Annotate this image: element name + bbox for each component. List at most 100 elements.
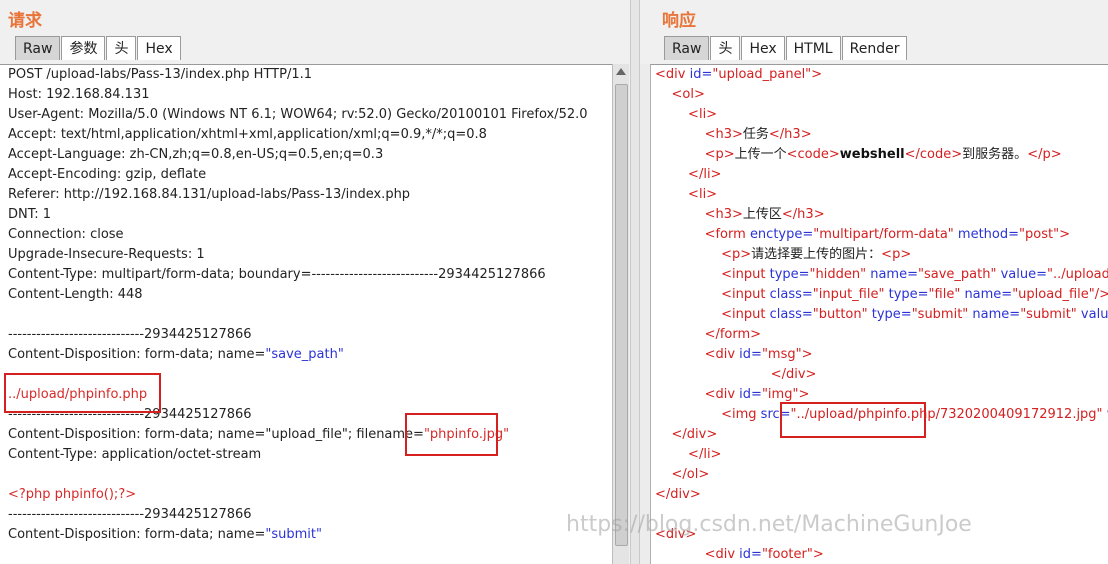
response-token: <input: [655, 267, 770, 282]
response-token: <input: [655, 287, 770, 302]
request-token: -----------------------------29344251278…: [8, 327, 252, 342]
response-token: "msg": [761, 347, 802, 362]
request-line: Referer: http://192.168.84.131/upload-la…: [0, 185, 612, 205]
response-line: <li>: [651, 105, 1108, 125]
request-scrollbar[interactable]: [612, 64, 629, 564]
response-token: id=: [739, 387, 762, 402]
request-token: -----------------------------29344251278…: [8, 507, 252, 522]
response-token: >: [798, 387, 810, 402]
request-scroll-thumb[interactable]: [615, 84, 628, 546]
response-token: "upload_file": [1012, 287, 1095, 302]
response-token: name=: [964, 287, 1013, 302]
response-token: "post": [1019, 227, 1060, 242]
upload-path-highlight-box: [780, 402, 926, 438]
request-tab-raw[interactable]: Raw: [15, 36, 61, 60]
request-line: Accept: text/html,application/xhtml+xml,…: [0, 125, 612, 145]
response-token: </li>: [655, 447, 722, 462]
request-token: <?php phpinfo();?>: [8, 487, 137, 502]
request-line: POST /upload-labs/Pass-13/index.php HTTP…: [0, 65, 612, 85]
request-token: User-Agent: Mozilla/5.0 (Windows NT 6.1;…: [8, 107, 588, 122]
response-token: <input: [655, 307, 770, 322]
response-line: <p>上传一个<code>webshell</code>到服务器。</p>: [651, 145, 1108, 165]
response-line: <p>请选择要上传的图片：<p>: [651, 245, 1108, 265]
response-token: <li>: [655, 187, 718, 202]
response-tab-raw[interactable]: Raw: [664, 36, 710, 60]
response-tab-render[interactable]: Render: [841, 36, 908, 60]
request-token: Content-Length: 448: [8, 287, 143, 302]
response-token: "input_file": [812, 287, 889, 302]
response-tab-hex[interactable]: Hex: [741, 36, 785, 60]
response-line: </li>: [651, 445, 1108, 465]
request-raw-editor[interactable]: POST /upload-labs/Pass-13/index.php HTTP…: [0, 64, 612, 564]
request-tab-params[interactable]: 参数: [61, 36, 106, 60]
response-token: <div: [655, 547, 740, 562]
request-line: -----------------------------29344251278…: [0, 325, 612, 345]
response-token: "upload_panel": [712, 67, 812, 82]
request-token: Content-Type: multipart/form-data; bound…: [8, 267, 546, 282]
request-line: Connection: close: [0, 225, 612, 245]
response-line: <h3>任务</h3>: [651, 125, 1108, 145]
request-token: Upgrade-Insecure-Requests: 1: [8, 247, 205, 262]
request-line: Host: 192.168.84.131: [0, 85, 612, 105]
response-token: id=: [739, 347, 762, 362]
request-token: Content-Type: application/octet-stream: [8, 447, 262, 462]
response-token: </div>: [655, 487, 701, 502]
response-token: <p>: [655, 147, 735, 162]
response-token: id=: [739, 547, 762, 562]
response-line: <div id="msg">: [651, 345, 1108, 365]
request-title: 请求: [8, 11, 42, 30]
response-token: 上传区: [742, 207, 782, 222]
response-token: 上传一个: [734, 147, 787, 162]
response-token: name=: [870, 267, 918, 282]
request-line: Upgrade-Insecure-Requests: 1: [0, 245, 612, 265]
response-line: </ol>: [651, 465, 1108, 485]
response-gutter: [640, 64, 650, 564]
response-token: >: [801, 347, 813, 362]
response-token: "img": [761, 387, 799, 402]
response-line: <ol>: [651, 85, 1108, 105]
request-line: <?php phpinfo();?>: [0, 485, 612, 505]
response-token: "button": [812, 307, 872, 322]
response-token: </li>: [655, 167, 722, 182]
response-token: name=: [972, 307, 1021, 322]
response-token: <form: [655, 227, 750, 242]
response-tab-headers[interactable]: 头: [710, 36, 741, 60]
response-token: <h3>: [655, 207, 743, 222]
response-raw-viewer[interactable]: <div id="upload_panel"> <ol> <li> <h3>任务…: [650, 64, 1108, 564]
response-token: "submit": [911, 307, 973, 322]
response-token: >: [811, 67, 823, 82]
response-line: </div>: [651, 485, 1108, 505]
request-token: Connection: close: [8, 227, 124, 242]
response-token: 到服务器。: [962, 147, 1028, 162]
response-token: </code>: [904, 147, 963, 162]
response-token: 任务: [742, 127, 769, 142]
scroll-up-icon[interactable]: [616, 68, 626, 75]
request-line: [0, 305, 612, 325]
response-panel: 响应 Raw 头 Hex HTML Render <div id= "upload…: [640, 0, 1108, 564]
response-token: </p>: [1027, 147, 1062, 162]
response-tab-html[interactable]: HTML: [785, 36, 841, 60]
response-token: method=: [957, 227, 1020, 242]
request-token: Content-Disposition: form-data; name="up…: [8, 427, 424, 442]
response-token: <div: [655, 67, 690, 82]
panel-divider[interactable]: [630, 0, 640, 564]
response-token: "hidden": [809, 267, 871, 282]
response-token: <div: [655, 387, 740, 402]
filename-highlight-box: [405, 413, 498, 456]
response-title: 响应: [662, 11, 696, 30]
response-token: <ol>: [655, 87, 705, 102]
request-line: Content-Disposition: form-data; name="su…: [0, 525, 612, 545]
response-token: </form>: [655, 327, 762, 342]
response-token: <div: [655, 347, 740, 362]
response-token: >: [1059, 227, 1070, 242]
request-line: Content-Type: application/octet-stream: [0, 445, 612, 465]
request-tab-headers[interactable]: 头: [106, 36, 137, 60]
response-token: <img: [655, 407, 761, 422]
request-tab-hex[interactable]: Hex: [137, 36, 181, 60]
response-token: </h3>: [768, 127, 812, 142]
response-token: </h3>: [781, 207, 825, 222]
response-token: "footer": [761, 547, 813, 562]
watermark: https://blog.csdn.net/MachineGunJoe: [566, 512, 972, 537]
request-line: User-Agent: Mozilla/5.0 (Windows NT 6.1;…: [0, 105, 612, 125]
request-line: -----------------------------29344251278…: [0, 505, 612, 525]
